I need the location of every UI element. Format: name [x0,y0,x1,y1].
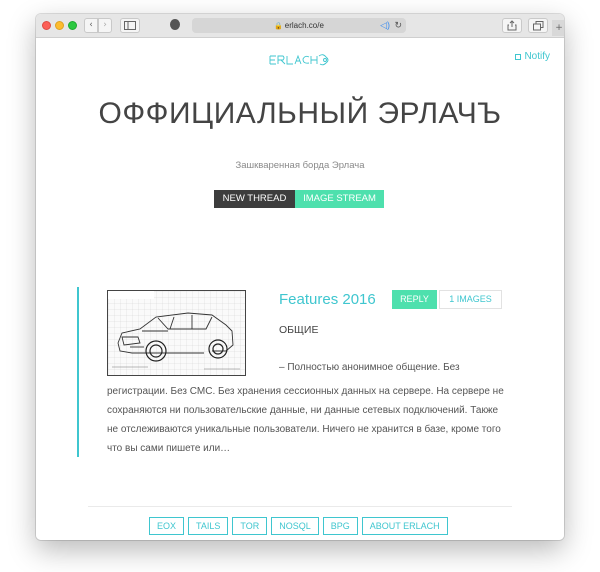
thread-title[interactable]: Features 2016 [279,291,376,308]
footer-links: EOX TAILS TOR NOSQL BPG ABOUT ERLACH [149,517,448,535]
browser-toolbar: ‹ › 🔒 erlach.co/e ◁) ↻ + [36,14,564,38]
maximize-window-button[interactable] [68,21,77,30]
reload-icon[interactable]: ↻ [394,18,402,33]
forward-icon[interactable]: › [98,18,112,33]
footer-link-nosql[interactable]: NOSQL [271,517,319,535]
notify-toggle[interactable]: Notify [515,51,550,62]
images-count-button[interactable]: 1 IMAGES [439,290,502,309]
share-icon[interactable] [502,18,522,33]
new-thread-button[interactable]: NEW THREAD [214,190,295,208]
url-text: erlach.co/e [284,21,324,30]
speaker-icon[interactable]: ◁) [380,18,390,33]
lock-icon: 🔒 [274,23,283,30]
footer-link-about-erlach[interactable]: ABOUT ERLACH [361,517,448,535]
thread-image-thumbnail[interactable] [107,290,246,376]
footer-link-bpg[interactable]: BPG [322,517,358,535]
thread-body-first-line: – Полностью анонимное общение. Без [279,362,460,373]
close-window-button[interactable] [42,21,51,30]
minimize-window-button[interactable] [55,21,64,30]
back-icon[interactable]: ‹ [84,18,98,33]
checkbox-icon[interactable] [515,53,522,60]
tabs-overview-icon[interactable] [528,18,548,33]
thread-subject: ОБЩИЕ [279,324,319,336]
sidebar-toggle-icon[interactable] [120,18,140,33]
browser-window: ‹ › 🔒 erlach.co/e ◁) ↻ + Notify ОФФИЦИАЛ… [36,14,564,540]
thread-accent-line [77,287,79,457]
page-content: Notify ОФФИЦИАЛЬНЫЙ ЭРЛАЧЪ Зашкваренная … [36,39,564,540]
thread-body-text: регистрации. Без СМС. Без хранения сесси… [107,386,504,454]
footer-link-tor[interactable]: TOR [232,517,268,535]
footer-link-eox[interactable]: EOX [149,517,185,535]
privacy-shield-icon[interactable] [168,19,182,34]
reply-button[interactable]: REPLY [392,290,437,309]
footer-divider [88,506,512,507]
board-title: ОФФИЦИАЛЬНЫЙ ЭРЛАЧЪ [98,97,502,130]
footer-link-tails[interactable]: TAILS [188,517,229,535]
image-stream-button[interactable]: IMAGE STREAM [295,190,384,208]
site-logo[interactable] [268,53,332,67]
address-bar[interactable]: 🔒 erlach.co/e ◁) ↻ [192,18,406,33]
board-subtitle: Зашкваренная борда Эрлача [235,160,365,171]
notify-label: Notify [524,51,550,62]
new-tab-icon[interactable]: + [552,20,564,36]
